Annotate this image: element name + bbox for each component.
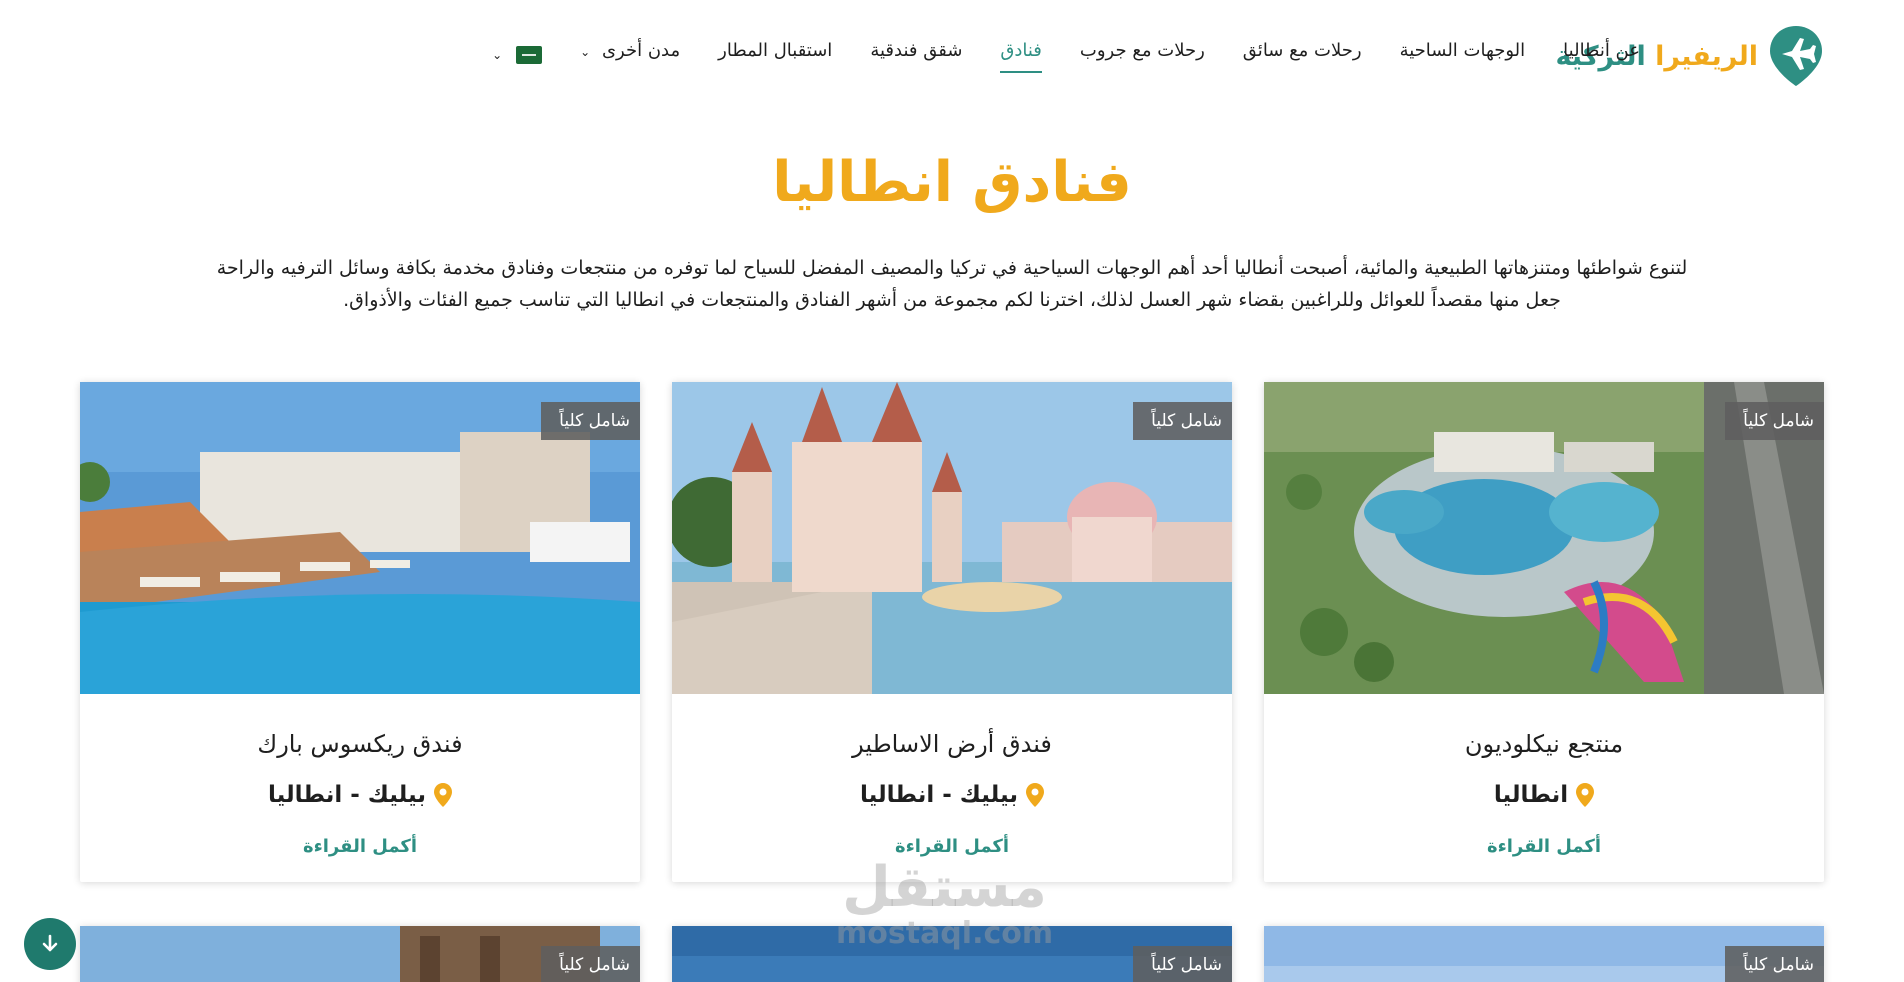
logo-word-1: الريفيرا [1655, 40, 1758, 72]
location-pin-icon [434, 783, 453, 807]
read-more-link[interactable]: أكمل القراءة [1487, 836, 1601, 857]
nav-apartments[interactable]: شقق فندقية [870, 36, 962, 73]
saudi-flag-icon [516, 45, 543, 64]
nav-other-cities[interactable]: مدن أخرى ⌄ [580, 36, 680, 73]
hotel-card[interactable]: شامل كلياً [80, 926, 640, 982]
badge-all-inclusive: شامل كلياً [1725, 946, 1824, 982]
hotel-cards-row-2: شامل كلياً شامل كلياً شامل كلياً [80, 926, 1824, 982]
page-intro: لتنوع شواطئها ومتنزهاتها الطبيعية والمائ… [80, 252, 1824, 316]
read-more-link[interactable]: أكمل القراءة [895, 836, 1009, 857]
badge-all-inclusive: شامل كلياً [1133, 946, 1232, 982]
hotel-name[interactable]: فندق أرض الاساطير [672, 730, 1232, 758]
badge-all-inclusive: شامل كلياً [541, 946, 640, 982]
badge-all-inclusive: شامل كلياً [1725, 402, 1824, 448]
scroll-down-button[interactable] [24, 918, 76, 970]
hotel-location: بيليك - انطاليا [672, 782, 1232, 808]
intro-line-2: جعل منها مقصداً للعوائل وللراغبين بقضاء … [343, 289, 1561, 311]
nav-trips-group[interactable]: رحلات مع جروب [1080, 36, 1205, 73]
arrow-down-icon [42, 934, 58, 952]
site-header: الريفيرا التركية عن أنطاليا الوجهات السا… [0, 0, 1904, 118]
location-pin-icon [1576, 783, 1595, 807]
hotel-card[interactable]: شامل كلياً [672, 926, 1232, 982]
nav-other-cities-label: مدن أخرى [601, 40, 681, 61]
hotel-image[interactable]: شامل كلياً [1264, 382, 1824, 694]
page-title: فنادق انطاليا [772, 150, 1132, 215]
nav-destinations[interactable]: الوجهات الساحية [1400, 36, 1526, 73]
card-body: منتجع نيكلوديون انطاليا أكمل القراءة [1264, 694, 1824, 857]
hotel-name[interactable]: منتجع نيكلوديون [1264, 730, 1824, 758]
badge-all-inclusive: شامل كلياً [1133, 402, 1232, 448]
hotel-card[interactable]: شامل كلياً [1264, 926, 1824, 982]
nav-about-antalya[interactable]: عن أنطاليا [1563, 36, 1640, 73]
hotel-cards: شامل كلياً منتجع نيكلوديون انطاليا أكمل … [80, 382, 1824, 882]
badge-all-inclusive: شامل كلياً [541, 402, 640, 448]
nav-trips-driver[interactable]: رحلات مع سائق [1243, 36, 1362, 73]
hotel-card[interactable]: شامل كلياً فندق ريكسوس بارك بيليك - انطا… [80, 382, 640, 882]
hotel-card[interactable]: شامل كلياً منتجع نيكلوديون انطاليا أكمل … [1264, 382, 1824, 882]
hotel-image[interactable]: شامل كلياً [672, 382, 1232, 694]
main-nav: عن أنطاليا الوجهات الساحية رحلات مع سائق… [492, 36, 1640, 73]
hotel-card[interactable]: شامل كلياً فندق أرض الاساطير بيليك - انط… [672, 382, 1232, 882]
chevron-down-icon: ⌄ [580, 45, 591, 59]
chevron-down-icon: ⌄ [492, 47, 503, 62]
nav-hotels[interactable]: فنادق [1000, 36, 1042, 73]
location-text: انطاليا [1493, 782, 1569, 808]
plane-pin-logo-icon [1770, 26, 1822, 86]
read-more-link[interactable]: أكمل القراءة [303, 836, 417, 857]
hotel-location: انطاليا [1264, 782, 1824, 808]
location-pin-icon [1026, 783, 1045, 807]
location-text: بيليك - انطاليا [268, 782, 427, 808]
hotel-image[interactable]: شامل كلياً [80, 382, 640, 694]
card-body: فندق أرض الاساطير بيليك - انطاليا أكمل ا… [672, 694, 1232, 857]
hotel-location: بيليك - انطاليا [80, 782, 640, 808]
location-text: بيليك - انطاليا [860, 782, 1019, 808]
intro-line-1: لتنوع شواطئها ومتنزهاتها الطبيعية والمائ… [216, 257, 1688, 279]
language-switcher[interactable]: ⌄ [492, 45, 543, 64]
card-body: فندق ريكسوس بارك بيليك - انطاليا أكمل ال… [80, 694, 640, 857]
nav-airport[interactable]: استقبال المطار [718, 36, 832, 73]
hotel-name[interactable]: فندق ريكسوس بارك [80, 730, 640, 758]
